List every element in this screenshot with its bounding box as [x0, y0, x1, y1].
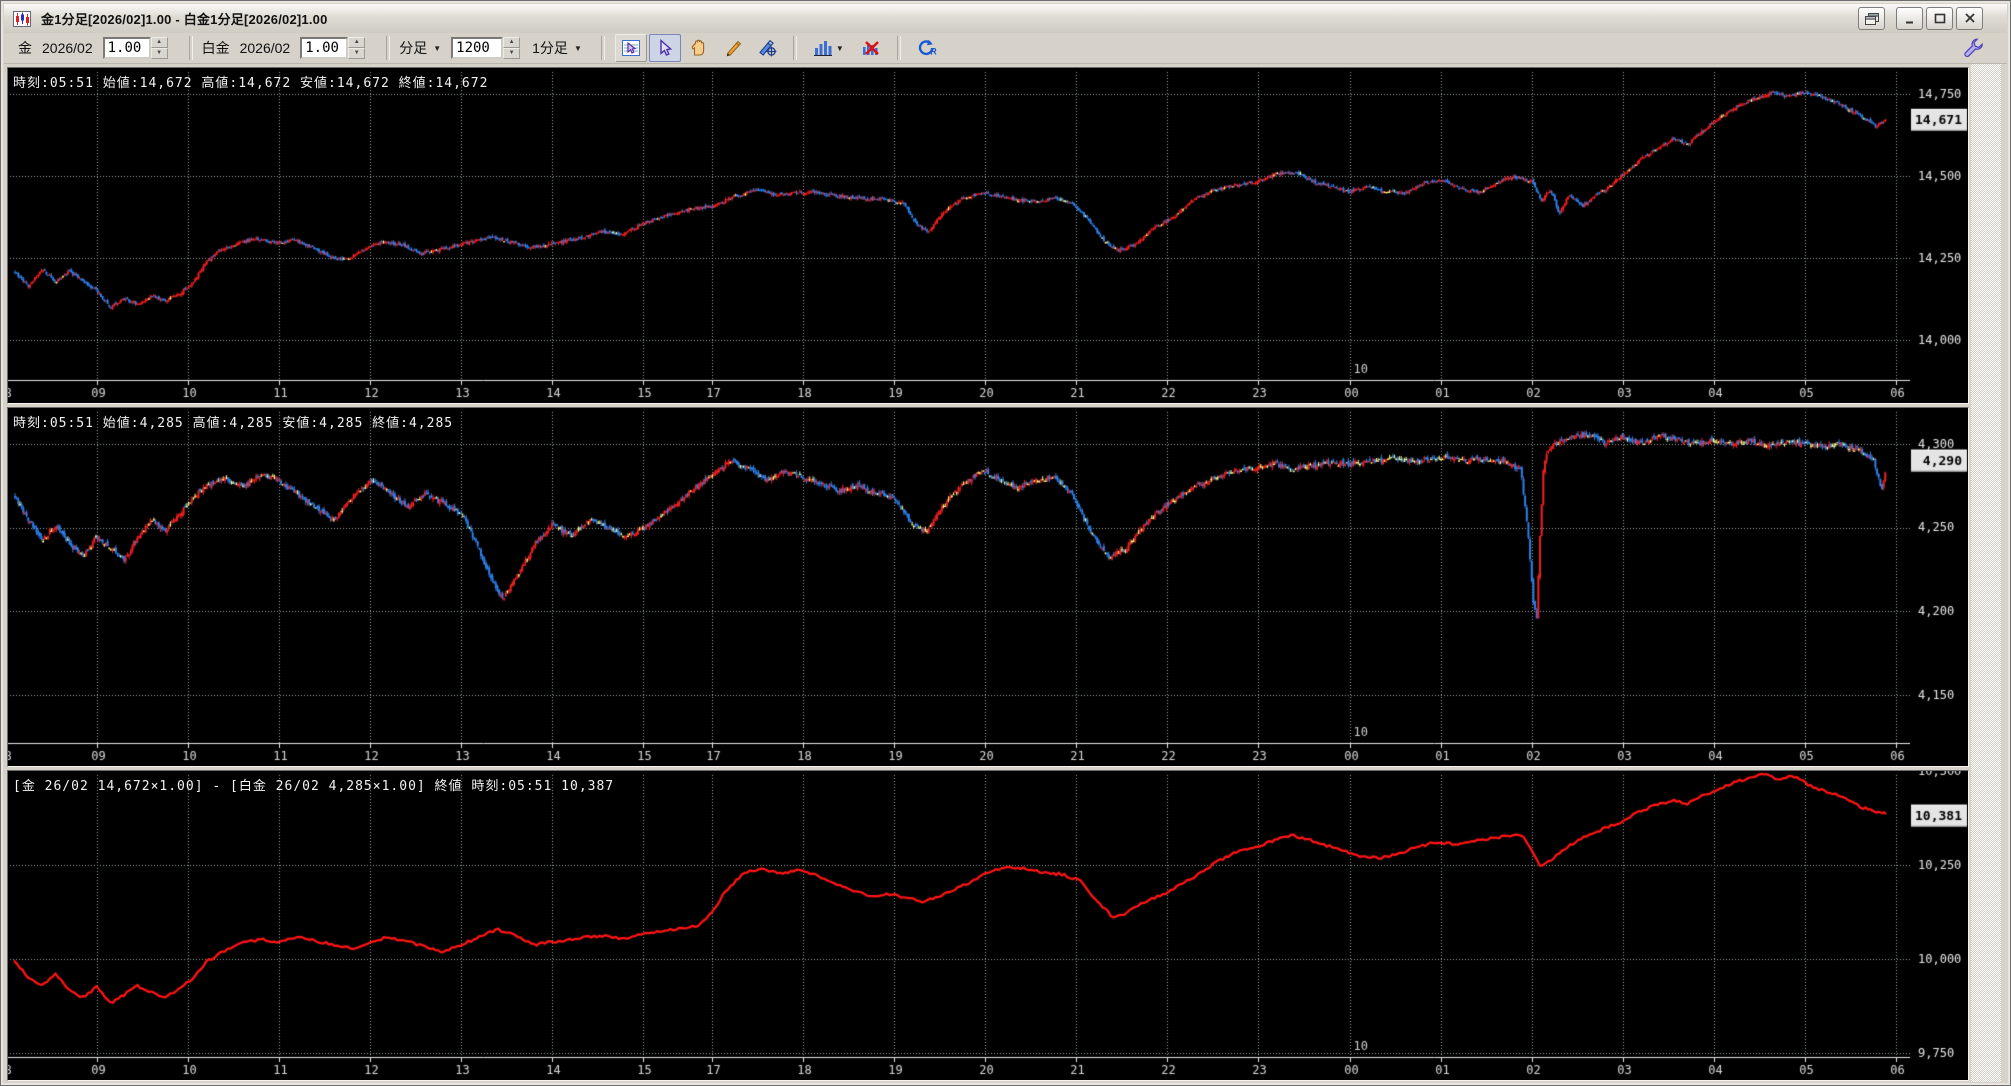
gold-chart-canvas[interactable]: [8, 68, 1968, 403]
pencil-tool-button[interactable]: [717, 34, 749, 62]
bar-count-stepper[interactable]: ▲▼: [451, 37, 521, 59]
marker-target-icon: [759, 39, 777, 57]
window-title: 金1分足[2026/02]1.00 - 白金1分足[2026/02]1.00: [41, 12, 328, 27]
platinum-multiplier-input[interactable]: [300, 37, 349, 59]
spin-down-icon[interactable]: ▼: [348, 48, 366, 59]
bar-chart-icon: [813, 41, 832, 56]
gold-multiplier-stepper[interactable]: ▲▼: [102, 37, 168, 59]
title-bar[interactable]: 金1分足[2026/02]1.00 - 白金1分足[2026/02]1.00: [4, 4, 2007, 34]
marker-target-tool-button[interactable]: [751, 34, 783, 62]
spin-down-icon[interactable]: ▼: [503, 48, 521, 59]
chart-erase-button[interactable]: [855, 34, 887, 62]
chart-select-icon: [621, 40, 640, 56]
platinum-label: 白金: [201, 40, 230, 56]
chevron-down-icon[interactable]: ▼: [574, 44, 582, 53]
spin-up-icon[interactable]: ▲: [150, 37, 168, 48]
refresh-r-icon: R: [919, 39, 937, 57]
chevron-down-icon[interactable]: ▼: [433, 44, 441, 53]
spin-up-icon[interactable]: ▲: [348, 37, 366, 48]
hand-icon: [692, 39, 705, 56]
interval-dropdown[interactable]: 1分足: [532, 38, 568, 58]
vertical-scrollbar-track[interactable]: [1971, 64, 2001, 1082]
cursor-icon: [660, 39, 673, 56]
spin-up-icon[interactable]: ▲: [503, 37, 521, 48]
platinum-multiplier-stepper[interactable]: ▲▼: [300, 37, 366, 59]
toolbar-separator: [600, 36, 605, 60]
settings-button[interactable]: [1963, 37, 1985, 59]
toolbar-separator: [896, 36, 901, 60]
spread-chart-canvas[interactable]: [8, 771, 1968, 1080]
cascade-windows-button[interactable]: [1858, 7, 1885, 30]
app-candlestick-icon: [13, 10, 33, 28]
toolbar-separator: [792, 36, 797, 60]
hand-tool-button[interactable]: [683, 34, 715, 62]
close-button[interactable]: [1956, 7, 1983, 30]
minimize-button[interactable]: [1896, 7, 1923, 30]
gold-quote-info: 時刻:05:51 始値:14,672 高値:14,672 安値:14,672 終…: [13, 76, 489, 91]
gold-label: 金: [18, 40, 32, 56]
platinum-quote-info: 時刻:05:51 始値:4,285 高値:4,285 安値:4,285 終値:4…: [13, 416, 454, 431]
gold-chart-panel: 時刻:05:51 始値:14,672 高値:14,672 安値:14,672 終…: [7, 67, 1969, 404]
refresh-button[interactable]: R: [911, 34, 943, 62]
platinum-chart-panel: 時刻:05:51 始値:4,285 高値:4,285 安値:4,285 終値:4…: [7, 407, 1969, 767]
toolbar-separator: [188, 36, 193, 60]
gold-multiplier-input[interactable]: [102, 37, 151, 59]
wrench-icon: [1964, 38, 1983, 57]
pencil-icon: [726, 40, 742, 57]
bar-type-dropdown[interactable]: 分足: [399, 38, 427, 58]
app-window: 金1分足[2026/02]1.00 - 白金1分足[2026/02]1.00 金…: [0, 0, 2011, 1086]
spin-down-icon[interactable]: ▼: [150, 48, 168, 59]
cursor-tool-button[interactable]: [648, 34, 681, 62]
spread-chart-panel: [金 26/02 14,672×1.00] - [白金 26/02 4,285×…: [7, 770, 1969, 1081]
bar-count-input[interactable]: [451, 37, 504, 59]
svg-text:R: R: [930, 47, 937, 57]
chart-erase-icon: [862, 41, 879, 55]
toolbar: 金 2026/02 ▲▼ 白金 2026/02 ▲▼ 分足 ▼ ▲▼ 1分足 ▼: [4, 33, 2007, 64]
chart-style-button[interactable]: [807, 34, 839, 62]
spread-quote-info: [金 26/02 14,672×1.00] - [白金 26/02 4,285×…: [13, 779, 615, 794]
platinum-contract-label: 2026/02: [239, 40, 291, 56]
gold-contract-label: 2026/02: [42, 40, 93, 56]
toolbar-separator: [386, 36, 391, 60]
platinum-chart-canvas[interactable]: [8, 408, 1968, 766]
chevron-down-icon[interactable]: ▼: [836, 44, 844, 53]
chart-select-tool-button[interactable]: [614, 34, 647, 62]
maximize-button[interactable]: [1926, 7, 1953, 30]
